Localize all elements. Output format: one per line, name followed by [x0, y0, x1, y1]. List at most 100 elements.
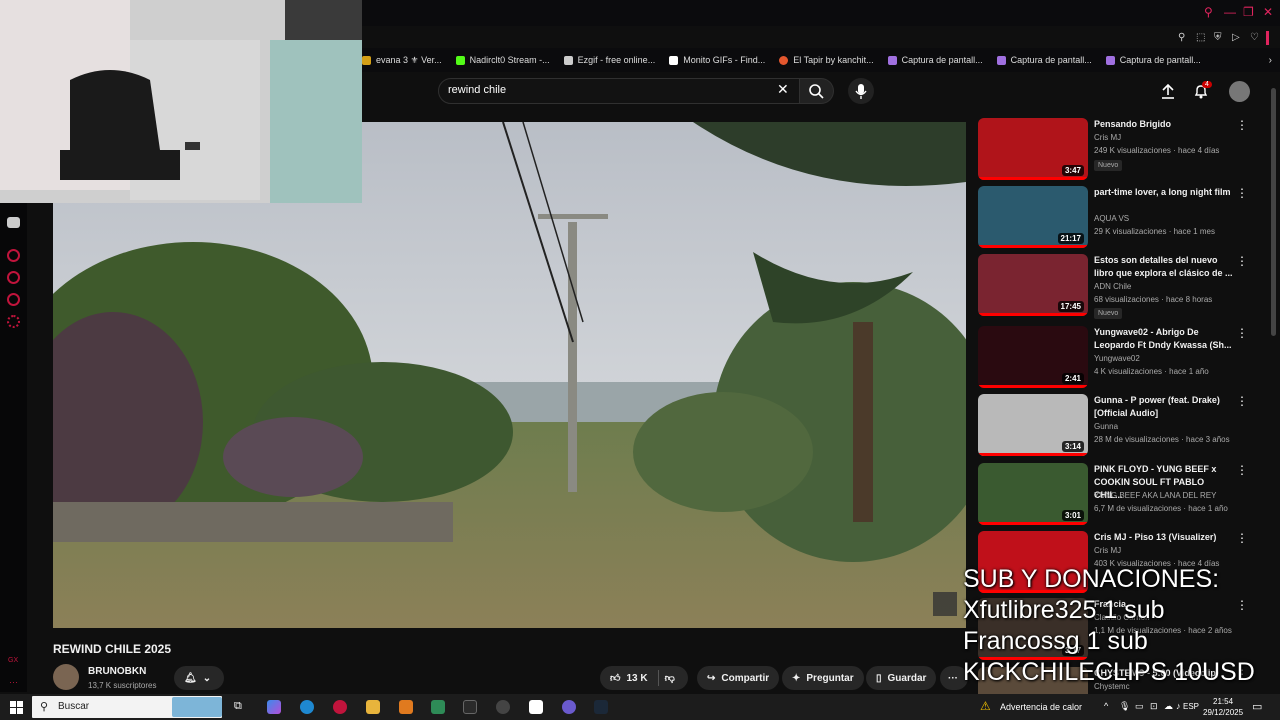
cloud-icon[interactable]: ☁	[1164, 701, 1173, 712]
recommendation-thumbnail[interactable]: 17:45	[978, 254, 1088, 316]
notepad-icon[interactable]	[431, 700, 445, 714]
bookmark[interactable]: Captura de pantall...	[1105, 55, 1201, 65]
bookmark[interactable]: Monito GIFs - Find...	[669, 55, 765, 65]
battery-icon[interactable]: ▭	[1135, 701, 1144, 712]
recommendation-item[interactable]: 3:14 Gunna - P power (feat. Drake) [Offic…	[978, 394, 1268, 458]
bookmark[interactable]: Captura de pantall...	[887, 55, 983, 65]
app-icon[interactable]	[399, 700, 413, 714]
recommendation-item[interactable]: 3:47 Pensando Brigido Cris MJ 249 K visuali…	[978, 118, 1268, 182]
share-button[interactable]: ↪ Compartir	[697, 666, 780, 690]
channel-avatar[interactable]	[53, 664, 79, 690]
recommendation-title[interactable]: part-time lover, a long night film	[1094, 186, 1234, 199]
more-icon[interactable]: ···	[9, 677, 18, 687]
recommendation-item[interactable]: 2:41 Yungwave02 - Abrigo De Leopardo Ft D…	[978, 326, 1268, 390]
search-tabs-icon[interactable]: ⚲	[1204, 5, 1213, 19]
recommendation-item[interactable]: 21:17 part-time lover, a long night film A…	[978, 186, 1268, 250]
store-icon[interactable]	[529, 700, 543, 714]
channel-name[interactable]: BRUNOBKN	[88, 666, 146, 677]
network-icon[interactable]: ⊡	[1150, 701, 1158, 712]
play-icon[interactable]: ▷	[1232, 32, 1240, 43]
screenshot-icon[interactable]: ⬚	[1196, 32, 1205, 43]
bookmark[interactable]: Captura de pantall...	[996, 55, 1092, 65]
more-options-icon[interactable]: ⋮	[1236, 186, 1248, 200]
video-duration: 3:14	[1061, 441, 1084, 452]
recommendation-channel[interactable]: Gunna	[1094, 422, 1118, 431]
voice-search-button[interactable]	[848, 78, 874, 104]
discord-icon[interactable]	[562, 700, 576, 714]
maximize-icon[interactable]: ❐	[1243, 5, 1254, 19]
recommendation-channel[interactable]: AQUA VS	[1094, 214, 1129, 223]
task-view-icon[interactable]: ⧉	[234, 700, 242, 713]
epic-games-icon[interactable]	[463, 700, 477, 714]
recommendation-title[interactable]: Gunna - P power (feat. Drake) [Official …	[1094, 394, 1234, 420]
recommendation-title[interactable]: Yungwave02 - Abrigo De Leopardo Ft Dndy …	[1094, 326, 1234, 352]
chevron-right-icon[interactable]: ›	[1269, 55, 1272, 66]
obs-icon[interactable]	[496, 700, 510, 714]
more-options-icon[interactable]: ⋮	[1236, 394, 1248, 408]
opera-gx-icon[interactable]	[333, 700, 347, 714]
clear-search-icon[interactable]: ✕	[777, 81, 789, 98]
bookmark[interactable]: Nadirclt0 Stream -...	[455, 55, 550, 65]
recommendation-channel[interactable]: Cris MJ	[1094, 133, 1121, 142]
discord-icon[interactable]	[7, 217, 20, 228]
sidebar-record-icon[interactable]	[7, 249, 20, 262]
more-options-icon[interactable]: ⋮	[1236, 254, 1248, 268]
recommendation-title[interactable]: Pensando Brigido	[1094, 118, 1234, 131]
avatar[interactable]	[1229, 81, 1250, 102]
subscribe-bell-button[interactable]: 🔔︎ ⌄	[174, 666, 224, 690]
video-duration: 3:47	[1061, 165, 1084, 176]
minimize-icon[interactable]: —	[1224, 5, 1236, 19]
recommendation-item[interactable]: 17:45 Estos son detalles del nuevo libro …	[978, 254, 1268, 319]
settings-icon[interactable]	[7, 315, 20, 328]
thumbs-down-icon: 👎︎	[664, 673, 675, 684]
gx-icon[interactable]: GX	[8, 657, 18, 664]
miniplayer-icon[interactable]	[933, 592, 957, 616]
volume-icon[interactable]: ♪	[1176, 701, 1181, 711]
history-icon[interactable]	[7, 271, 20, 284]
recommendation-thumbnail[interactable]: 21:17	[978, 186, 1088, 248]
language-indicator[interactable]: ESP	[1183, 702, 1199, 711]
microphone-icon[interactable]: 🎙︎	[1119, 701, 1130, 712]
sidebar-toggle[interactable]	[1266, 31, 1269, 45]
upload-icon[interactable]	[1160, 83, 1176, 99]
bookmark[interactable]: evana 3 ⚜ Ver...	[362, 55, 442, 66]
more-options-icon[interactable]: ⋮	[1236, 463, 1248, 477]
shield-icon[interactable]: ⛨	[1214, 32, 1222, 43]
recommendation-channel[interactable]: YUNG BEEF AKA LANA DEL REY	[1094, 491, 1216, 500]
loop-icon[interactable]	[7, 293, 20, 306]
steam-icon[interactable]	[594, 700, 608, 714]
recommendation-channel[interactable]: Yungwave02	[1094, 354, 1140, 363]
more-options-icon[interactable]: ⋮	[1236, 326, 1248, 340]
pin-icon[interactable]: ⚲	[1178, 32, 1185, 43]
clock-time[interactable]: 21:54	[1213, 697, 1233, 706]
close-icon[interactable]: ✕	[1263, 5, 1273, 19]
bookmark[interactable]: El Tapir by kanchit...	[779, 55, 874, 65]
recommendation-channel[interactable]: Cris MJ	[1094, 546, 1121, 555]
bookmark[interactable]: Ezgif - free online...	[563, 55, 655, 65]
recommendation-thumbnail[interactable]: 3:01	[978, 463, 1088, 525]
heart-icon[interactable]: ♡	[1250, 32, 1259, 43]
edge-icon[interactable]	[300, 700, 314, 714]
clock-date[interactable]: 29/12/2025	[1203, 708, 1243, 717]
scrollbar[interactable]	[1271, 88, 1276, 336]
recommendation-thumbnail[interactable]: 2:41	[978, 326, 1088, 388]
notifications-icon[interactable]: ▭	[1252, 700, 1262, 713]
like-button[interactable]: 👍︎ 13 K 👎︎	[600, 666, 688, 690]
copilot-icon[interactable]	[267, 700, 281, 714]
recommendation-item[interactable]: 3:01 PINK FLOYD - YUNG BEEF x COOKIN SOUL…	[978, 463, 1268, 527]
ask-button[interactable]: ✦ Preguntar	[782, 666, 864, 690]
subscriber-count: 13,7 K suscriptores	[88, 681, 157, 690]
windows-start-icon[interactable]	[10, 701, 23, 714]
more-options-icon[interactable]: ⋮	[1236, 118, 1248, 132]
recommendation-title[interactable]: Cris MJ - Piso 13 (Visualizer)	[1094, 531, 1234, 544]
weather-text[interactable]: Advertencia de calor	[1000, 702, 1082, 712]
notification-badge: 4	[1202, 81, 1212, 88]
recommendation-thumbnail[interactable]: 3:14	[978, 394, 1088, 456]
chevron-up-icon[interactable]: ^	[1104, 701, 1108, 711]
recommendation-title[interactable]: Estos son detalles del nuevo libro que e…	[1094, 254, 1234, 280]
more-options-icon[interactable]: ⋮	[1236, 531, 1248, 545]
recommendation-thumbnail[interactable]: 3:47	[978, 118, 1088, 180]
recommendation-channel[interactable]: ADN Chile	[1094, 282, 1131, 291]
file-explorer-icon[interactable]	[366, 700, 380, 714]
save-button[interactable]: ▯ Guardar	[866, 666, 937, 690]
